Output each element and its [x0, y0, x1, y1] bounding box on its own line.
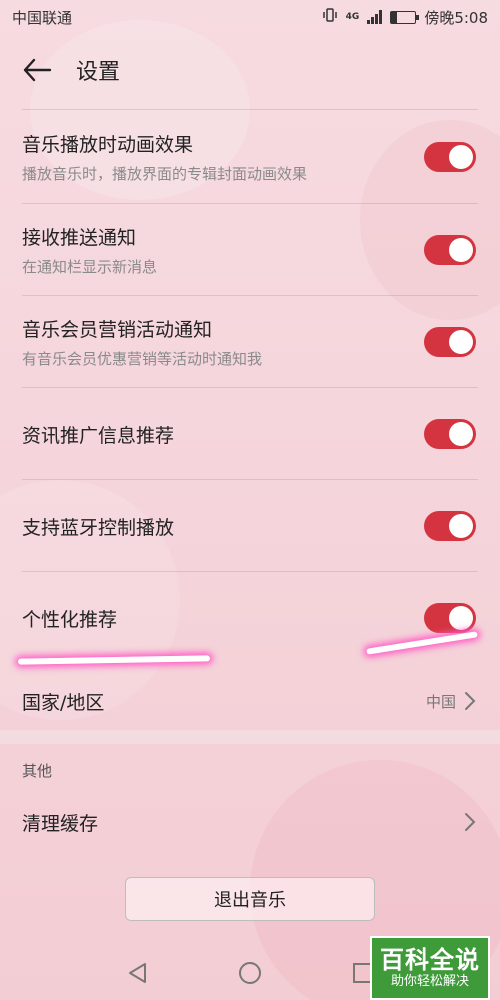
chevron-right-icon: [465, 813, 476, 831]
bluetooth-toggle[interactable]: [424, 511, 476, 541]
battery-icon: [390, 10, 420, 24]
clear-cache-row[interactable]: 清理缓存: [0, 792, 500, 852]
region-value: 中国: [425, 692, 456, 711]
chevron-right-icon: [465, 692, 476, 710]
setting-row-personalized[interactable]: 个性化推荐: [0, 572, 500, 664]
setting-title: 接收推送通知: [22, 227, 137, 249]
vip-marketing-toggle[interactable]: [424, 327, 476, 357]
push-toggle[interactable]: [424, 235, 476, 265]
watermark-badge: 百科全说 助你轻松解决: [370, 936, 490, 1000]
setting-subtitle: 有音乐会员优惠营销等活动时通知我: [22, 350, 263, 368]
news-toggle[interactable]: [424, 419, 476, 449]
exit-music-button[interactable]: 退出音乐: [125, 877, 375, 921]
status-bar: 中国联通 4G 傍晚5:08: [0, 0, 500, 34]
signal-icon: [367, 10, 383, 24]
back-arrow-icon: [23, 58, 52, 82]
personalized-toggle[interactable]: [424, 603, 476, 633]
title-bar: 设置: [0, 40, 500, 100]
watermark-subtitle: 助你轻松解决: [390, 974, 469, 989]
network-type: 4G: [345, 12, 360, 22]
animation-toggle[interactable]: [424, 142, 476, 172]
setting-title: 资讯推广信息推荐: [22, 424, 175, 447]
setting-row-animation[interactable]: 音乐播放时动画效果 播放音乐时，播放界面的专辑封面动画效果: [0, 110, 500, 204]
region-label: 国家/地区: [22, 691, 105, 714]
home-circle-icon[interactable]: [238, 961, 262, 985]
carrier-label: 中国联通: [12, 8, 73, 27]
page-title: 设置: [76, 60, 121, 85]
setting-title: 个性化推荐: [22, 608, 118, 631]
setting-row-push[interactable]: 接收推送通知 在通知栏显示新消息: [0, 204, 500, 296]
setting-row-vip-marketing[interactable]: 音乐会员营销活动通知 有音乐会员优惠营销等活动时通知我: [0, 296, 500, 388]
setting-title: 支持蓝牙控制播放: [22, 516, 175, 539]
vibrate-icon: [322, 7, 338, 27]
back-button[interactable]: [22, 55, 56, 85]
setting-row-bluetooth[interactable]: 支持蓝牙控制播放: [0, 480, 500, 572]
region-row[interactable]: 国家/地区 中国: [0, 672, 500, 730]
watermark-title: 百科全说: [380, 946, 480, 974]
setting-subtitle: 在通知栏显示新消息: [22, 258, 158, 276]
setting-title: 音乐播放时动画效果: [22, 134, 194, 156]
setting-subtitle: 播放音乐时，播放界面的专辑封面动画效果: [22, 165, 308, 183]
setting-title: 音乐会员营销活动通知: [22, 319, 213, 341]
setting-row-news[interactable]: 资讯推广信息推荐: [0, 388, 500, 480]
section-title-other: 其他: [22, 762, 53, 780]
clear-cache-label: 清理缓存: [22, 812, 99, 835]
status-time: 傍晚5:08: [424, 8, 488, 27]
back-triangle-icon[interactable]: [126, 961, 148, 985]
